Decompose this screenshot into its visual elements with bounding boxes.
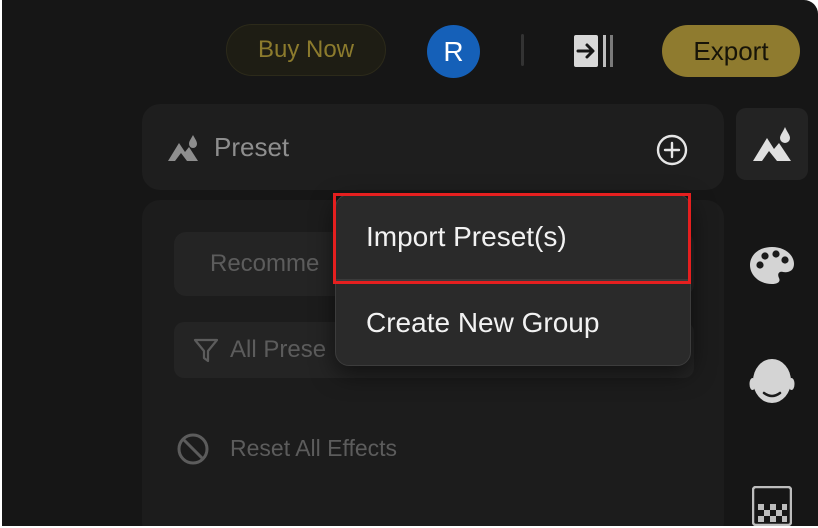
preset-header: Preset bbox=[142, 104, 724, 190]
face-icon bbox=[749, 359, 795, 403]
rail-color-button[interactable] bbox=[744, 242, 800, 288]
filter-label: All Prese bbox=[230, 336, 327, 363]
rail-face-button[interactable] bbox=[744, 354, 800, 410]
create-new-group-menu-item[interactable]: Create New Group bbox=[336, 281, 690, 365]
preset-title: Preset bbox=[214, 132, 290, 162]
add-preset-icon[interactable] bbox=[656, 134, 688, 166]
prohibited-icon bbox=[176, 432, 210, 466]
reset-label: Reset All Effects bbox=[230, 435, 398, 461]
app-window: Buy Now R Export Preset Recomme All Pres… bbox=[0, 0, 818, 528]
recommend-label: Recomme bbox=[210, 250, 320, 277]
rail-texture-button[interactable] bbox=[748, 484, 796, 526]
palette-icon bbox=[750, 247, 794, 284]
reset-all-effects-button[interactable]: Reset All Effects bbox=[176, 428, 536, 468]
user-avatar[interactable]: R bbox=[427, 25, 480, 78]
texture-icon bbox=[752, 486, 792, 526]
mountain-drop-icon bbox=[166, 134, 200, 162]
highlight-box bbox=[333, 193, 691, 284]
export-button[interactable]: Export bbox=[662, 25, 800, 77]
panel-toggle-icon[interactable] bbox=[572, 32, 618, 70]
buy-now-button[interactable]: Buy Now bbox=[226, 24, 386, 76]
toolbar-divider bbox=[521, 34, 524, 66]
filter-icon bbox=[192, 336, 220, 364]
rail-preset-button[interactable] bbox=[736, 108, 808, 180]
mountain-drop-icon bbox=[753, 127, 791, 161]
